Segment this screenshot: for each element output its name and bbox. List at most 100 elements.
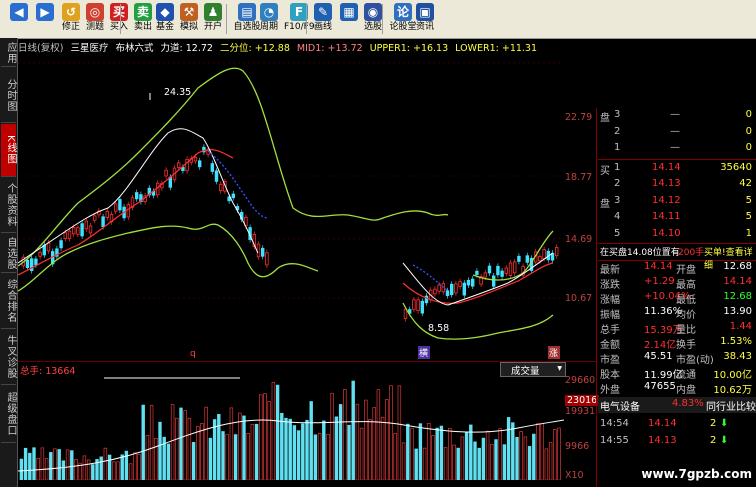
candlestick xyxy=(80,223,84,237)
toolbar-button-3[interactable]: ◎ 测题 xyxy=(84,2,106,36)
volume-bar xyxy=(557,427,561,480)
volume-bar xyxy=(259,394,263,480)
sell-level-volume: 0 xyxy=(745,125,752,137)
toolbar-button-10[interactable]: ◔ 周期 xyxy=(258,2,280,36)
kline-chart[interactable]: 24.35 8.58 q 横 涨 xyxy=(18,53,564,361)
volume-bar xyxy=(372,407,376,480)
toolbar-button-6[interactable]: ◆ 基金 xyxy=(154,2,176,36)
volume-bar xyxy=(107,454,112,480)
sector-row[interactable]: 电气设备 4.83% 同行业比较 xyxy=(598,396,756,413)
candlestick xyxy=(525,255,529,263)
candlestick xyxy=(454,283,458,294)
candlestick xyxy=(445,290,450,297)
back-button[interactable]: ◀ xyxy=(8,2,30,36)
buy-level-row[interactable]: 2 14.13 42 xyxy=(598,177,756,193)
quote-label: 振幅 xyxy=(600,309,620,321)
sidebar-item-7[interactable]: 超级盘口 xyxy=(1,386,16,443)
quote-row[interactable]: 市盈 45.51 市盈(动) 38.43 xyxy=(598,350,756,366)
volume-bar xyxy=(448,428,452,480)
sidebar-item-1[interactable]: 分时图 xyxy=(1,68,16,123)
tick-row[interactable]: 14:54 14.14 2 ⬇ xyxy=(598,417,756,433)
quote-label: 股本 xyxy=(600,369,620,381)
volume-bar xyxy=(548,442,553,480)
quote-row[interactable]: 金额 2.14亿 换手 1.53% xyxy=(598,335,756,351)
buy-level-number: 4 xyxy=(614,211,621,222)
sell-level-row[interactable]: 1 — 0 xyxy=(598,141,756,157)
toolbar-button-14[interactable]: ◉ 选股 xyxy=(362,2,384,36)
toolbar-button-12[interactable]: ✎ 画线 xyxy=(312,2,334,36)
buy-level-number: 2 xyxy=(614,178,621,189)
candlestick xyxy=(555,247,559,257)
sidebar-item-3[interactable]: 个股资料 xyxy=(1,178,16,233)
toolbar-button-7[interactable]: ⚒ 模拟 xyxy=(178,2,200,36)
sell-level-row[interactable]: 盘 3 — 0 xyxy=(598,108,756,124)
volume-bar xyxy=(309,401,313,480)
volume-bar xyxy=(99,456,103,480)
toolbar-button-11[interactable]: F F10/F9 xyxy=(284,2,315,36)
volume-bar xyxy=(229,407,234,480)
sell-level-volume: 0 xyxy=(745,109,752,120)
sidebar: 应用 分时图 K线图 个股资料 自选股 综合排名 牛叉诊股 超级盘口 xyxy=(0,38,18,487)
volume-bar xyxy=(368,419,372,480)
sidebar-item-5[interactable]: 综合排名 xyxy=(1,274,16,329)
quote-row[interactable]: 最新 14.14 开盘 12.68 xyxy=(598,260,756,276)
buy-icon: 买 xyxy=(110,3,128,21)
buy-level-volume: 5 xyxy=(745,194,752,206)
quote-row[interactable]: 涨幅 +10.04% 最低 12.68 xyxy=(598,290,756,306)
quote-row[interactable]: 总手 15.39万 量比 1.44 xyxy=(598,320,756,336)
candlestick xyxy=(72,227,76,235)
volume-bar xyxy=(292,425,297,480)
industry-compare-link[interactable]: 同行业比较 xyxy=(706,398,756,413)
volume-bar xyxy=(158,421,162,480)
volume-bar xyxy=(351,380,355,480)
toolbar-button-label: 画线 xyxy=(313,22,332,32)
toolbar-button-4[interactable]: 买买入 xyxy=(108,2,130,36)
big-order-status[interactable]: 在买盘14.08位置有 200手 买单!查看详细 xyxy=(598,243,756,271)
quote-row[interactable]: 股本 11.99亿 流通 10.00亿 xyxy=(598,365,756,381)
sidebar-item-4[interactable]: 自选股 xyxy=(1,234,16,273)
volume-bar xyxy=(254,423,259,480)
fund-icon: ◆ xyxy=(156,3,174,21)
buy-level-row[interactable]: 5 14.10 1 xyxy=(598,227,756,243)
forward-button[interactable]: ▶ xyxy=(34,2,56,36)
buy-level-row[interactable]: 4 14.11 5 xyxy=(598,210,756,226)
candlestick xyxy=(76,227,80,235)
volume-indicator-dropdown[interactable]: 成交量 ▾ xyxy=(500,362,566,377)
volume-bar xyxy=(225,434,229,480)
volume-bar xyxy=(49,452,53,480)
sidebar-item-6[interactable]: 牛叉诊股 xyxy=(1,330,16,385)
volume-bar xyxy=(120,454,124,480)
volume-chart[interactable] xyxy=(18,376,564,480)
quote-row[interactable]: 涨跌 +1.29 最高 14.14 xyxy=(598,275,756,291)
volume-bar xyxy=(53,448,57,480)
sidebar-item-2[interactable]: K线图 xyxy=(1,124,16,177)
volume-bar xyxy=(28,452,32,480)
sell-level-row[interactable]: 2 — 0 xyxy=(598,125,756,141)
overlay-button[interactable]: ▦ xyxy=(338,2,360,36)
indicator-info-bar: 日线(复权) 三星医疗 布林六式 力道: 12.72 二分位: +12.88 M… xyxy=(18,40,541,54)
tick-row[interactable]: 14:55 14.13 2 ⬇ xyxy=(598,434,756,450)
buy-level-row[interactable]: 盘 3 14.12 5 xyxy=(598,194,756,210)
volume-bar xyxy=(401,442,406,480)
volume-axis-tick: 19931 xyxy=(565,406,596,417)
volume-bar xyxy=(183,410,187,480)
sidebar-item-0[interactable]: 应用 xyxy=(1,40,16,67)
buy-level-volume: 5 xyxy=(745,211,752,222)
buy-level-row[interactable]: 买 1 14.14 35640 xyxy=(598,161,756,177)
price-axis-tick: 18.77 xyxy=(565,172,593,183)
candlestick xyxy=(504,267,508,274)
toolbar-button-2[interactable]: ↺ 修正 xyxy=(60,2,82,36)
toolbar-button-16[interactable]: ▣ 资讯 xyxy=(414,2,436,36)
volume-bar xyxy=(116,461,120,480)
quote-row[interactable]: 外盘 47655 内盘 10.62万 xyxy=(598,380,756,396)
volume-bar xyxy=(175,417,179,480)
candlestick xyxy=(470,278,475,287)
volume-bar xyxy=(544,448,549,480)
volume-bar xyxy=(338,404,343,480)
quote-row[interactable]: 振幅 11.36% 均价 13.90 xyxy=(598,305,756,321)
toolbar-button-label: 卖出 xyxy=(133,22,152,32)
toolbar-button-5[interactable]: 卖卖出 xyxy=(132,2,154,36)
toolbar-button-8[interactable]: ♟ 开户 xyxy=(202,2,224,36)
down-arrow-icon: ⬇ xyxy=(720,434,729,446)
volume-bar xyxy=(263,393,267,480)
